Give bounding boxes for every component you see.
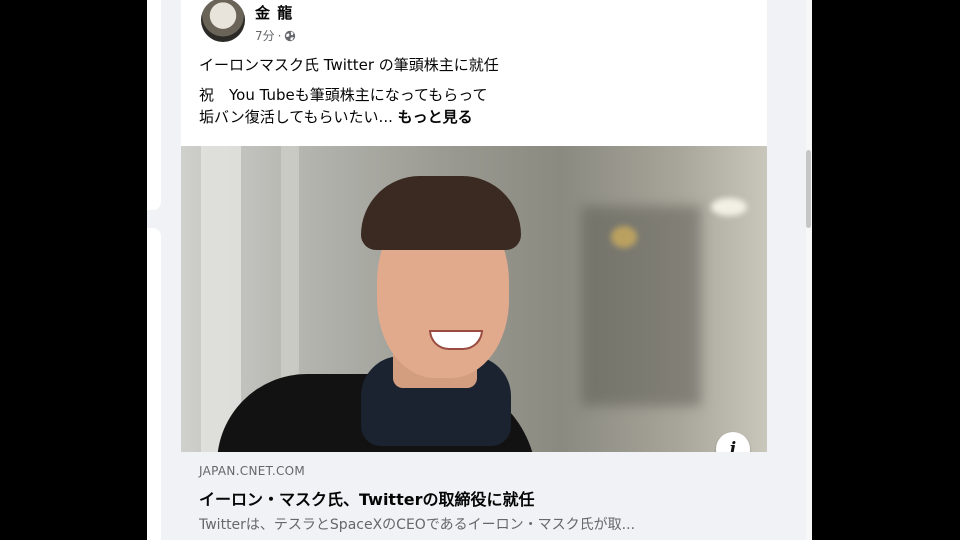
background-column xyxy=(201,146,241,452)
feed-post: 金 龍 7分 · イーロンマスク氏 Twitter の筆頭株主に就任 祝 You… xyxy=(181,0,767,540)
link-title[interactable]: イーロン・マスク氏、Twitterの取締役に就任 xyxy=(199,486,534,510)
see-more-link[interactable]: もっと見る xyxy=(398,108,473,126)
avatar[interactable] xyxy=(201,0,245,42)
link-description: Twitterは、テスラとSpaceXのCEOであるイーロン・マスク氏が取... xyxy=(199,517,636,533)
post-body-line-2-row: 垢バン復活してもらいたい... もっと見る xyxy=(199,106,499,128)
scrollbar[interactable] xyxy=(806,0,812,540)
link-preview-image[interactable]: i xyxy=(181,146,767,452)
post-author-name[interactable]: 金 龍 xyxy=(255,2,293,23)
post-timestamp[interactable]: 7分 xyxy=(255,27,275,44)
post-meta: 7分 · xyxy=(255,27,296,44)
left-panel-bottom xyxy=(147,228,161,540)
post-headline: イーロンマスク氏 Twitter の筆頭株主に就任 xyxy=(199,56,499,74)
background-shadow xyxy=(581,206,701,406)
background-light xyxy=(711,198,747,216)
left-panel-top xyxy=(147,0,161,210)
scrollbar-thumb[interactable] xyxy=(806,150,811,228)
meta-separator: · xyxy=(277,28,282,43)
background-light xyxy=(611,226,637,248)
post-body-line-2: 垢バン復活してもらいたい... xyxy=(199,108,393,126)
globe-icon xyxy=(284,30,296,42)
person-hair xyxy=(361,176,521,250)
post-text: イーロンマスク氏 Twitter の筆頭株主に就任 祝 You Tubeも筆頭株… xyxy=(199,54,499,128)
post-body-line-1: 祝 You Tubeも筆頭株主になってもらって xyxy=(199,86,488,104)
link-domain: JAPAN.CNET.COM xyxy=(199,464,306,478)
info-icon[interactable]: i xyxy=(716,432,750,452)
link-preview-card[interactable]: JAPAN.CNET.COM イーロン・マスク氏、Twitterの取締役に就任 … xyxy=(181,452,767,540)
